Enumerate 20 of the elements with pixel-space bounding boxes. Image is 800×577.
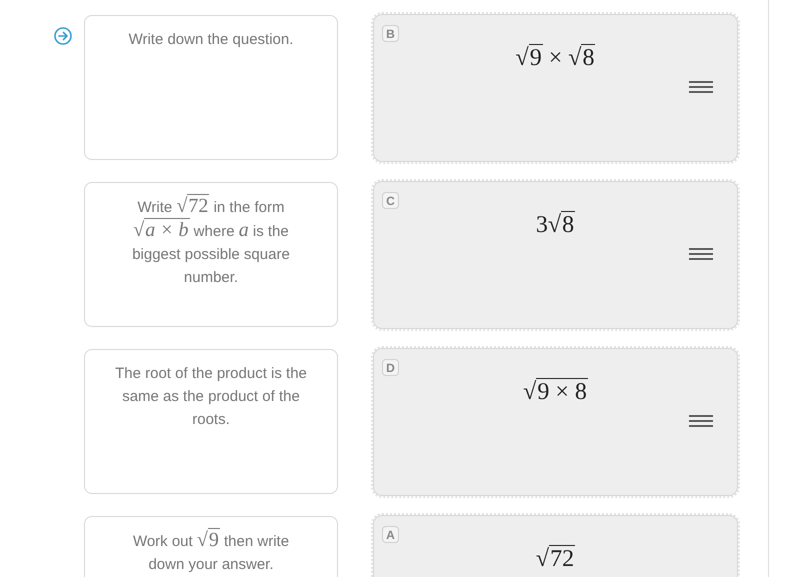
answer-card[interactable]: A √72	[373, 515, 738, 577]
answer-card[interactable]: B √9 × √8	[373, 14, 738, 162]
math-expression: √72	[536, 546, 576, 573]
prompt-text: Work out √9 then write down your answer.	[132, 529, 290, 575]
prompt-text: The root of the product is the same as the product of the roots.	[115, 364, 307, 430]
arrow-circle-icon	[54, 27, 72, 45]
prompt-text: Write down the question.	[128, 30, 294, 50]
drag-handle-icon[interactable]	[689, 248, 713, 260]
answer-card[interactable]: D √9 × 8	[373, 348, 738, 496]
drag-handle-icon[interactable]	[689, 415, 713, 427]
answer-letter: C	[382, 192, 399, 209]
answer-letter: A	[382, 526, 399, 543]
drag-handle-icon[interactable]	[689, 81, 713, 93]
prompt-text: Write √72 in the form √a × b where a is the biggest possible square number.	[131, 195, 291, 288]
math-expression: √9 × √8	[516, 45, 596, 72]
math-expression: √9 × 8	[523, 379, 588, 406]
answer-letter: B	[382, 25, 399, 42]
math-expression: 3√8	[536, 212, 576, 239]
answer-card[interactable]: C 3√8	[373, 181, 738, 329]
answer-letter: D	[382, 359, 399, 376]
